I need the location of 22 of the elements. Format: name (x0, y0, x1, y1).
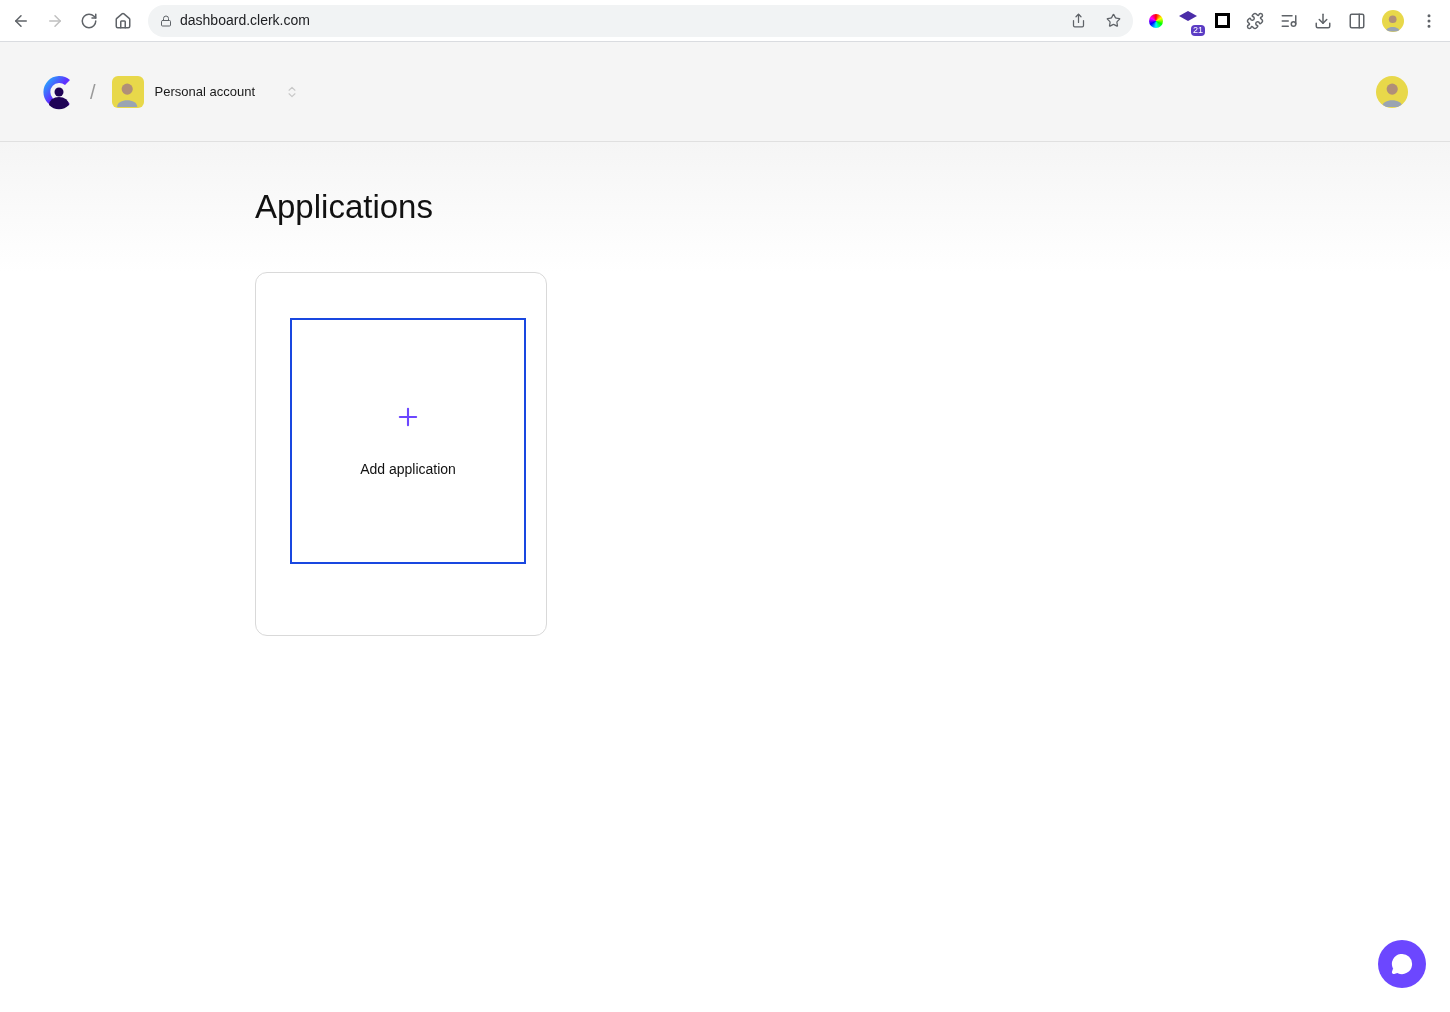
breadcrumb-separator: / (90, 79, 96, 105)
color-wheel-icon[interactable] (1149, 13, 1163, 28)
url-text: dashboard.clerk.com (180, 11, 310, 30)
profile-avatar[interactable] (1382, 9, 1404, 32)
add-application-button[interactable]: Add application (290, 318, 526, 564)
page-title: Applications (255, 187, 434, 227)
extension-badge: 21 (1191, 24, 1205, 36)
chat-button[interactable] (1378, 940, 1426, 988)
address-bar[interactable]: dashboard.clerk.com (148, 4, 1133, 37)
side-panel-icon[interactable] (1348, 11, 1366, 30)
download-icon[interactable] (1314, 11, 1332, 30)
puzzle-icon[interactable] (1246, 11, 1264, 30)
lock-icon (160, 14, 172, 27)
square-icon[interactable] (1215, 13, 1230, 28)
user-avatar[interactable] (1376, 75, 1408, 108)
home-icon[interactable] (114, 11, 132, 30)
account-avatar[interactable] (111, 75, 144, 108)
share-icon[interactable] (1071, 13, 1086, 28)
chat-bubble-icon (1391, 953, 1413, 975)
bookmark-star-icon[interactable] (1106, 13, 1121, 28)
account-name[interactable]: Personal account (154, 81, 255, 102)
reload-icon[interactable] (80, 11, 98, 30)
